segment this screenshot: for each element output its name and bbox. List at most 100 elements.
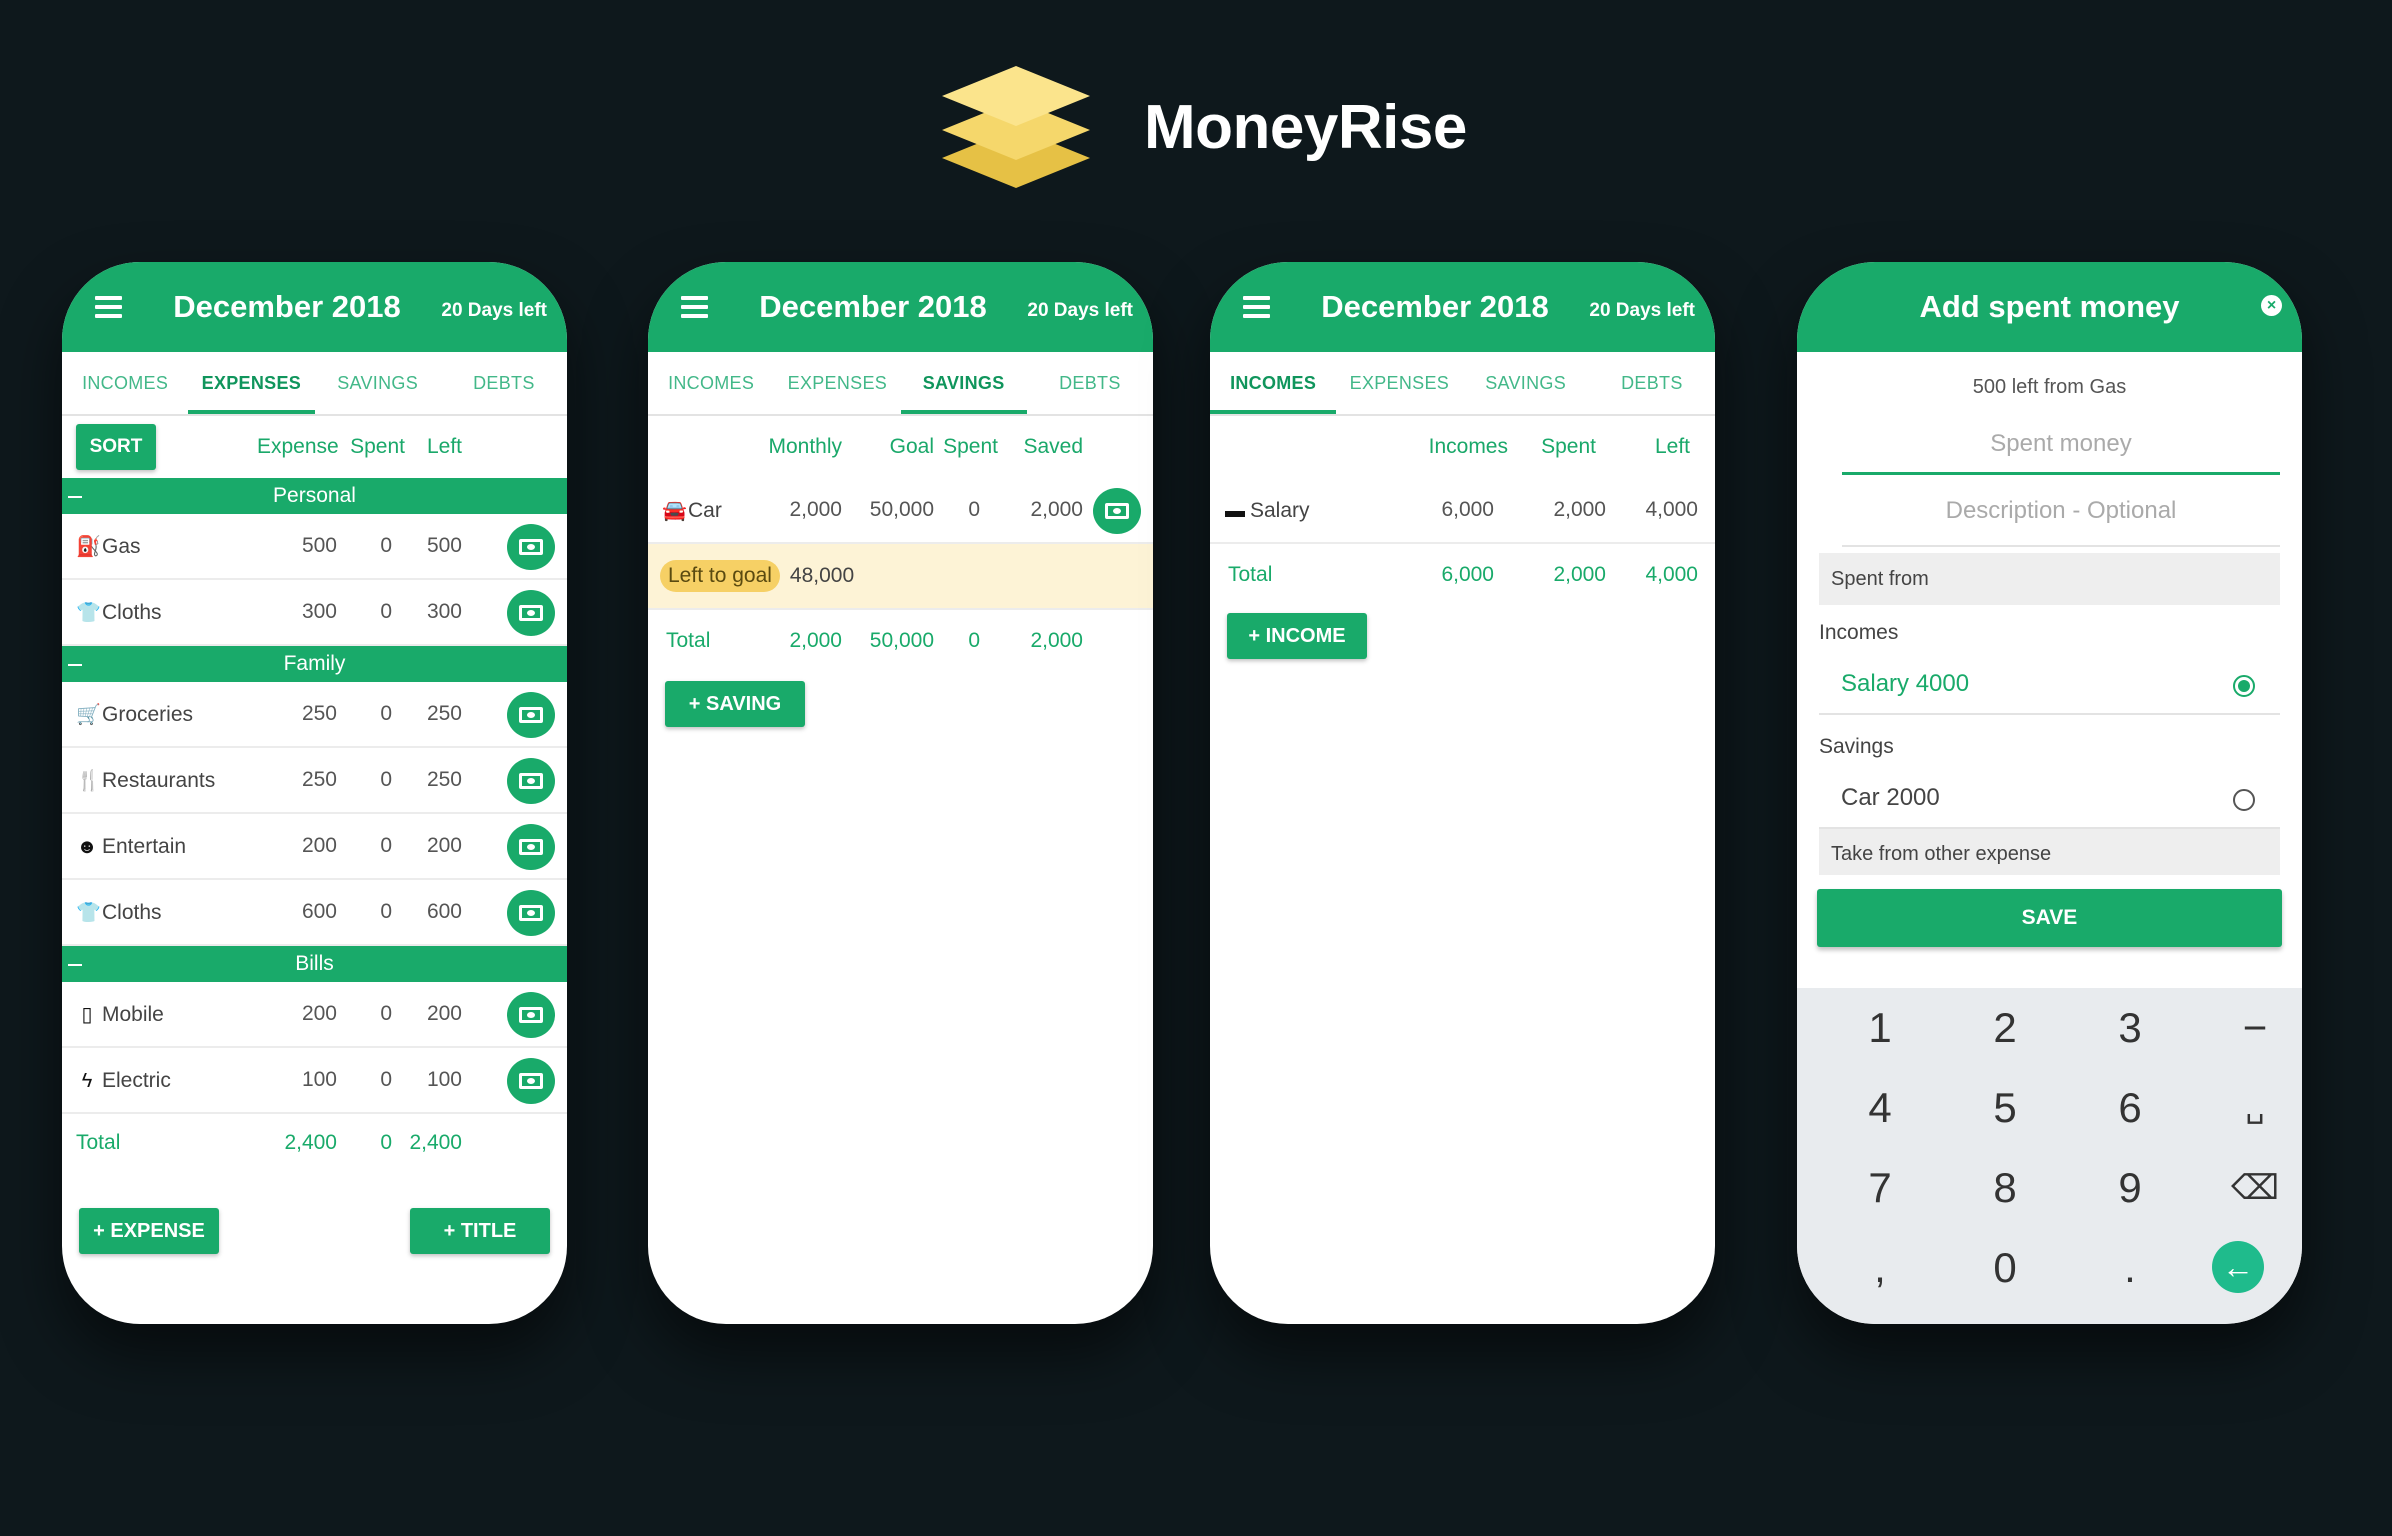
expense-row[interactable]: ⛽ Gas 500 0 500	[62, 514, 567, 580]
brand-name: MoneyRise	[1144, 92, 1467, 162]
income-option-label: Salary 4000	[1841, 670, 1970, 697]
collapse-icon[interactable]	[68, 496, 82, 498]
total-spent: 0	[380, 1131, 392, 1154]
key-1[interactable]: 1	[1840, 998, 1920, 1058]
layers-logo-icon	[942, 66, 1090, 188]
add-expense-button[interactable]: + EXPENSE	[79, 1208, 219, 1254]
cash-icon[interactable]	[507, 758, 555, 804]
cash-icon[interactable]	[507, 1058, 555, 1104]
left-to-goal-label: Left to goal	[660, 560, 780, 592]
section-header[interactable]: Personal	[62, 478, 567, 514]
month-title: December 2018	[1321, 289, 1549, 324]
tab-bar: INCOMES EXPENSES SAVINGS DEBTS	[648, 352, 1153, 416]
radio-unselected-icon[interactable]	[2233, 789, 2255, 811]
dot-key[interactable]: .	[2090, 1238, 2170, 1298]
close-icon[interactable]: ×	[2261, 295, 2282, 316]
saving-saved: 2,000	[1030, 498, 1083, 521]
key-8[interactable]: 8	[1965, 1158, 2045, 1218]
income-option[interactable]: Salary 4000	[1819, 655, 2280, 715]
expense-row[interactable]: 👕 Cloths 600 0 600	[62, 880, 567, 946]
expense-row[interactable]: 🛒 Groceries 250 0 250	[62, 682, 567, 748]
key-3[interactable]: 3	[2090, 998, 2170, 1058]
bolt-icon: ϟ	[81, 1070, 93, 1092]
save-button[interactable]: SAVE	[1817, 889, 2282, 947]
tab-expenses[interactable]: EXPENSES	[188, 352, 315, 414]
tab-savings[interactable]: SAVINGS	[900, 352, 1027, 414]
total-spent: 0	[968, 629, 980, 652]
expense-left: 200	[426, 834, 462, 857]
expense-name: Electric	[102, 1069, 171, 1092]
add-income-button[interactable]: + INCOME	[1227, 613, 1367, 659]
key-4[interactable]: 4	[1840, 1078, 1920, 1138]
cash-icon[interactable]	[1093, 488, 1141, 534]
key-6[interactable]: 6	[2090, 1078, 2170, 1138]
cash-icon[interactable]	[507, 992, 555, 1038]
add-title-button[interactable]: + TITLE	[410, 1208, 550, 1254]
expense-left: 250	[426, 768, 462, 791]
take-from-header[interactable]: Take from other expense	[1819, 829, 2280, 875]
minus-key[interactable]: −	[2215, 998, 2295, 1058]
key-5[interactable]: 5	[1965, 1078, 2045, 1138]
income-row[interactable]: ▬ Salary 6,000 2,000 4,000	[1210, 478, 1715, 544]
expense-row[interactable]: ☻ Entertain 200 0 200	[62, 814, 567, 880]
cash-icon[interactable]	[507, 824, 555, 870]
expense-label: ▯ Mobile	[76, 982, 163, 1048]
expense-amount: 250	[301, 702, 337, 725]
tab-incomes[interactable]: INCOMES	[1210, 352, 1337, 414]
key-7[interactable]: 7	[1840, 1158, 1920, 1218]
collapse-icon[interactable]	[68, 664, 82, 666]
cash-icon[interactable]	[507, 590, 555, 636]
saving-goal: 50,000	[869, 498, 934, 521]
section-header[interactable]: Family	[62, 646, 567, 682]
col-saved: Saved	[1023, 435, 1083, 458]
expense-name: Cloths	[102, 601, 162, 624]
expense-row[interactable]: ▯ Mobile 200 0 200	[62, 982, 567, 1048]
cash-icon[interactable]	[507, 890, 555, 936]
key-0[interactable]: 0	[1965, 1238, 2045, 1298]
key-2[interactable]: 2	[1965, 998, 2045, 1058]
add-saving-button[interactable]: + SAVING	[665, 681, 805, 727]
tab-incomes[interactable]: INCOMES	[62, 352, 188, 414]
cash-icon[interactable]	[507, 692, 555, 738]
description-input[interactable]: Description - Optional	[1842, 475, 2280, 547]
saving-option[interactable]: Car 2000	[1819, 769, 2280, 829]
expense-spent: 0	[380, 1068, 392, 1091]
column-header: Monthly Goal Spent Saved	[648, 416, 1153, 478]
saving-spent: 0	[968, 498, 980, 521]
saving-row[interactable]: 🚘 Car 2,000 50,000 0 2,000	[648, 478, 1153, 544]
comma-key[interactable]: ,	[1840, 1238, 1920, 1298]
sort-button[interactable]: SORT	[76, 424, 156, 470]
backspace-key[interactable]: ⌫	[2215, 1158, 2295, 1218]
section-header[interactable]: Bills	[62, 946, 567, 982]
menu-icon[interactable]	[1243, 296, 1270, 318]
tab-expenses[interactable]: EXPENSES	[1336, 352, 1462, 414]
shirt-icon: 👕	[76, 902, 101, 924]
tab-expenses[interactable]: EXPENSES	[774, 352, 900, 414]
expense-spent: 0	[380, 768, 392, 791]
radio-selected-icon[interactable]	[2233, 675, 2255, 697]
menu-icon[interactable]	[95, 296, 122, 318]
expense-left: 300	[426, 600, 462, 623]
tab-debts[interactable]: DEBTS	[441, 352, 567, 414]
menu-icon[interactable]	[681, 296, 708, 318]
tab-debts[interactable]: DEBTS	[1027, 352, 1153, 414]
expense-label: 🛒 Groceries	[76, 682, 193, 748]
collapse-icon[interactable]	[68, 964, 82, 966]
enter-key[interactable]: ←	[2212, 1241, 2264, 1293]
spent-money-input[interactable]: Spent money	[1842, 413, 2280, 475]
expense-row[interactable]: ϟ Electric 100 0 100	[62, 1048, 567, 1114]
space-key[interactable]: ␣	[2215, 1078, 2295, 1138]
tab-incomes[interactable]: INCOMES	[648, 352, 774, 414]
cart-icon: 🛒	[76, 704, 101, 726]
expense-left: 100	[426, 1068, 462, 1091]
tab-savings[interactable]: SAVINGS	[315, 352, 441, 414]
expense-row[interactable]: 🍴 Restaurants 250 0 250	[62, 748, 567, 814]
saving-name: Car	[688, 499, 722, 522]
expense-spent: 0	[380, 1002, 392, 1025]
key-9[interactable]: 9	[2090, 1158, 2170, 1218]
tab-debts[interactable]: DEBTS	[1589, 352, 1715, 414]
cash-icon[interactable]	[507, 524, 555, 570]
expense-spent: 0	[380, 600, 392, 623]
expense-row[interactable]: 👕 Cloths 300 0 300	[62, 580, 567, 646]
tab-savings[interactable]: SAVINGS	[1463, 352, 1589, 414]
